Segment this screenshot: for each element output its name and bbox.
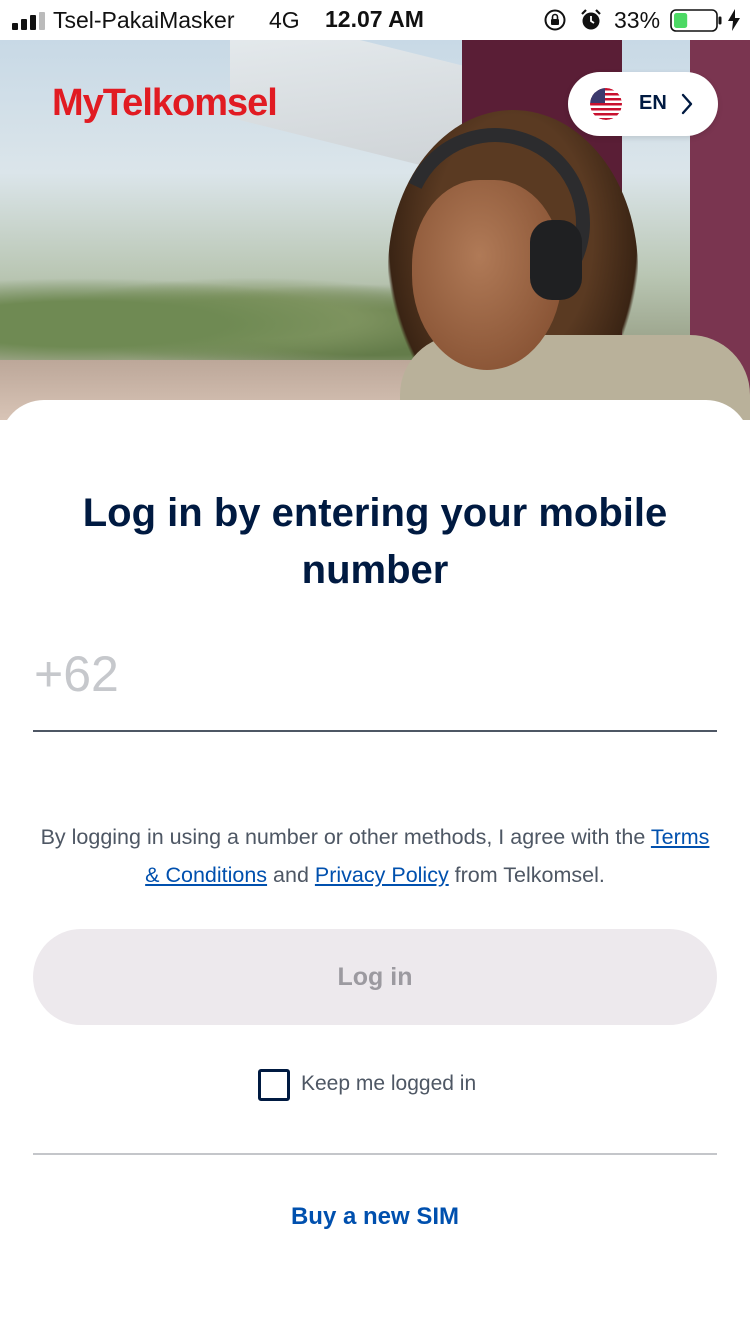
- headphones-earcup: [530, 220, 582, 300]
- buy-new-sim-link[interactable]: Buy a new SIM: [0, 1203, 750, 1231]
- phone-input-underline: [33, 730, 717, 732]
- chevron-right-icon: [681, 93, 693, 115]
- language-selector-button[interactable]: EN: [568, 72, 718, 136]
- battery-icon: [670, 9, 722, 32]
- us-flag-icon: [590, 88, 622, 120]
- hero-trees: [0, 270, 420, 360]
- login-title: Log in by entering your mobile number: [82, 491, 668, 592]
- country-code-prefix: +62: [34, 646, 119, 702]
- keep-logged-in-checkbox[interactable]: [258, 1069, 290, 1101]
- privacy-policy-link[interactable]: Privacy Policy: [315, 863, 449, 887]
- alarm-icon: [581, 9, 601, 30]
- terms-prefix-text: By logging in using a number or other me…: [40, 825, 651, 849]
- orientation-lock-icon: [544, 9, 566, 31]
- carrier-name: Tsel-PakaiMasker: [53, 7, 235, 33]
- signal-icon: [12, 12, 45, 30]
- status-bar: Tsel-PakaiMasker 4G 12.07 AM 33%: [0, 0, 750, 40]
- terms-and-text: and: [267, 863, 315, 887]
- keep-logged-in-row[interactable]: Keep me logged in: [258, 1067, 508, 1101]
- terms-notice: By logging in using a number or other me…: [40, 818, 710, 894]
- language-label: EN: [639, 92, 667, 114]
- login-button[interactable]: Log in: [33, 929, 717, 1025]
- keep-logged-in-label: Keep me logged in: [301, 1072, 477, 1095]
- clock: 12.07 AM: [325, 6, 424, 32]
- charging-icon: [728, 9, 740, 31]
- terms-suffix-text: from Telkomsel.: [448, 863, 605, 887]
- network-type: 4G: [269, 7, 300, 33]
- battery-percent: 33%: [614, 7, 661, 33]
- phone-number-input[interactable]: [140, 640, 710, 720]
- mytelkomsel-logo: MyTelkomsel: [52, 82, 278, 124]
- divider: [33, 1153, 717, 1155]
